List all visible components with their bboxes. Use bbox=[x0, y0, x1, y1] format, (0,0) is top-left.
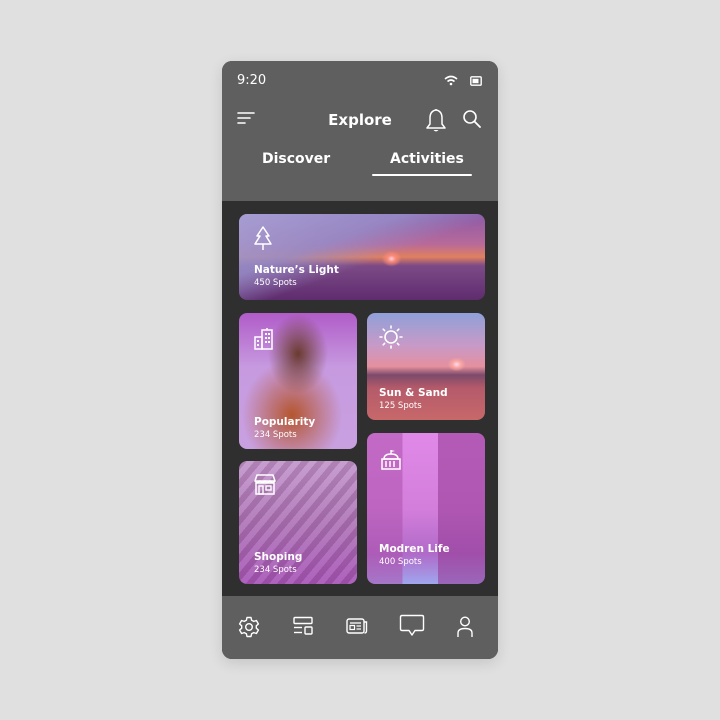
card-title: Popularity bbox=[254, 416, 316, 428]
wifi-icon bbox=[444, 75, 458, 86]
chat-icon[interactable] bbox=[399, 614, 425, 638]
tree-icon bbox=[254, 226, 272, 250]
phone-frame: 9:20 Explore Discover Activities Nature’… bbox=[222, 61, 498, 659]
active-tab-indicator bbox=[372, 174, 472, 176]
card-popularity[interactable]: Popularity 234 Spots bbox=[239, 313, 357, 449]
buildings-icon bbox=[254, 328, 273, 350]
card-subtitle: 125 Spots bbox=[379, 401, 422, 411]
card-title: Modren Life bbox=[379, 543, 450, 555]
sun-icon bbox=[379, 325, 403, 349]
battery-icon bbox=[470, 76, 482, 86]
government-building-icon bbox=[381, 450, 401, 470]
bell-icon[interactable] bbox=[425, 107, 447, 133]
card-subtitle: 234 Spots bbox=[254, 565, 297, 575]
tab-activities[interactable]: Activities bbox=[390, 151, 464, 167]
card-title: Nature’s Light bbox=[254, 264, 339, 276]
user-icon[interactable] bbox=[456, 616, 474, 638]
store-icon bbox=[254, 474, 276, 495]
app-header: 9:20 Explore Discover Activities bbox=[222, 61, 498, 201]
card-subtitle: 450 Spots bbox=[254, 278, 297, 288]
layout-icon[interactable] bbox=[293, 616, 313, 636]
card-shopping[interactable]: Shoping 234 Spots bbox=[239, 461, 357, 584]
page-title: Explore bbox=[328, 111, 392, 129]
card-modern-life[interactable]: Modren Life 400 Spots bbox=[367, 433, 485, 584]
card-natures-light[interactable]: Nature’s Light 450 Spots bbox=[239, 214, 485, 300]
card-title: Shoping bbox=[254, 551, 303, 563]
search-icon[interactable] bbox=[462, 109, 482, 129]
card-subtitle: 234 Spots bbox=[254, 430, 297, 440]
activities-grid: Nature’s Light 450 Spots Popularity 234 … bbox=[222, 201, 498, 596]
card-subtitle: 400 Spots bbox=[379, 557, 422, 567]
card-title: Sun & Sand bbox=[379, 387, 448, 399]
gear-icon[interactable] bbox=[238, 616, 260, 638]
status-time: 9:20 bbox=[237, 73, 267, 88]
news-icon[interactable] bbox=[346, 616, 368, 636]
card-sun-and-sand[interactable]: Sun & Sand 125 Spots bbox=[367, 313, 485, 420]
bottom-nav bbox=[222, 596, 498, 659]
tab-discover[interactable]: Discover bbox=[262, 151, 330, 167]
